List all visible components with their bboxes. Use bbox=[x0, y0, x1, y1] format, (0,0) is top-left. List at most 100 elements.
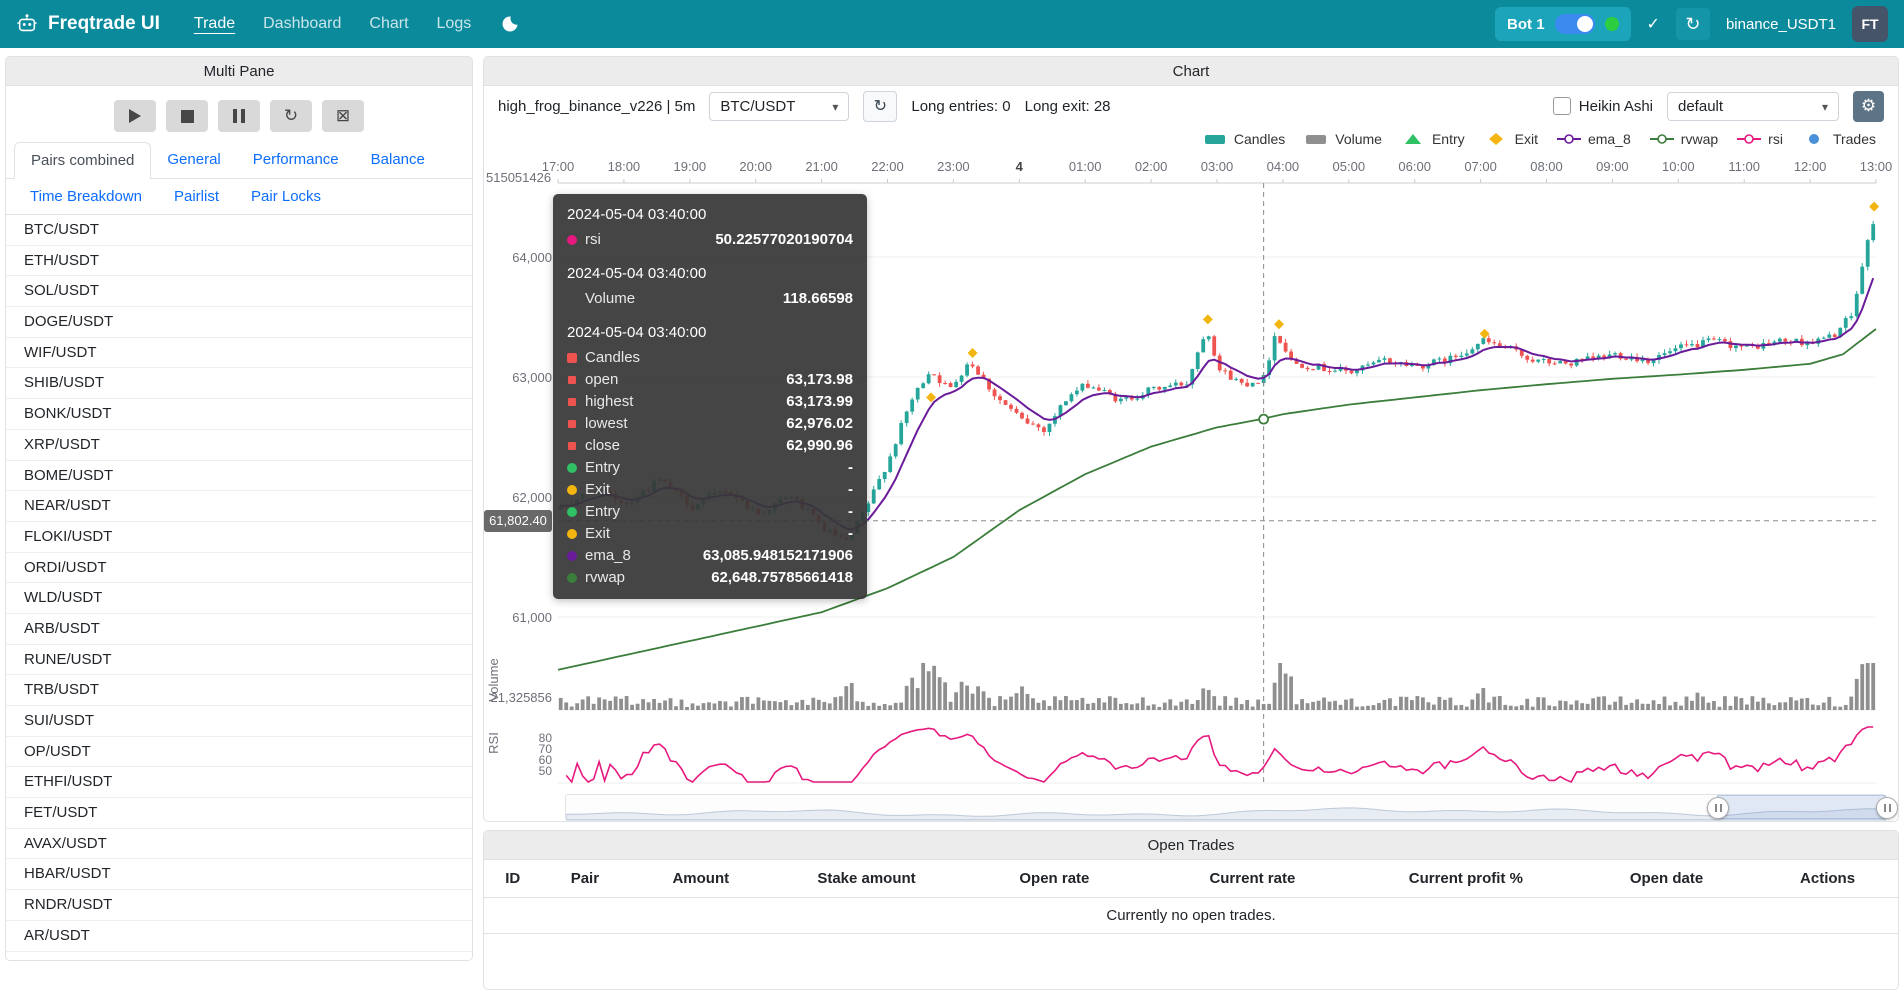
chart-area[interactable]: 64,00063,00062,00061,00051505142621,3258… bbox=[484, 152, 1898, 822]
nav-item-logs[interactable]: Logs bbox=[437, 15, 472, 33]
exit-marker-icon bbox=[567, 485, 577, 495]
bot-refresh-button[interactable] bbox=[1676, 8, 1710, 40]
reload-config-button[interactable] bbox=[270, 100, 312, 132]
pair-list-item[interactable]: NEAR/USDT bbox=[6, 491, 472, 522]
tab-balance[interactable]: Balance bbox=[355, 142, 441, 178]
bot-selector[interactable]: Bot 1 bbox=[1495, 7, 1631, 41]
pair-select[interactable]: BTC/USDT bbox=[709, 92, 849, 121]
ema_8-marker-icon bbox=[567, 551, 577, 561]
svg-text:4: 4 bbox=[1016, 159, 1024, 174]
pair-list-item[interactable]: BONK/USDT bbox=[6, 399, 472, 430]
tab-general[interactable]: General bbox=[151, 142, 236, 178]
trades-legend-icon bbox=[1801, 132, 1827, 146]
pair-list-item[interactable]: FET/USDT bbox=[6, 798, 472, 829]
nav-item-dashboard[interactable]: Dashboard bbox=[263, 15, 341, 33]
chart-refresh-button[interactable] bbox=[863, 91, 897, 122]
datazoom-right-handle[interactable] bbox=[1876, 797, 1898, 819]
pair-list-item[interactable]: BTC/USDT bbox=[6, 215, 472, 246]
pair-list-item[interactable]: SUI/USDT bbox=[6, 706, 472, 737]
entry-legend-icon bbox=[1400, 132, 1426, 146]
pair-list-item[interactable]: RUNE/USDT bbox=[6, 645, 472, 676]
pair-list-item[interactable]: ORDI/USDT bbox=[6, 553, 472, 584]
pair-list-item[interactable]: HBAR/USDT bbox=[6, 859, 472, 890]
heikin-ashi-checkbox[interactable] bbox=[1553, 97, 1571, 115]
legend-item-exit[interactable]: Exit bbox=[1483, 131, 1538, 147]
tooltip-value: 63,173.98 bbox=[768, 369, 853, 391]
long-exits-label: Long exit: 28 bbox=[1025, 98, 1111, 115]
tab-time-breakdown[interactable]: Time Breakdown bbox=[14, 179, 158, 214]
chevron-down-icon bbox=[1822, 98, 1828, 115]
svg-text:62,000: 62,000 bbox=[512, 490, 552, 505]
pair-list-item[interactable]: SHIB/USDT bbox=[6, 368, 472, 399]
nav-item-trade[interactable]: Trade bbox=[194, 15, 235, 33]
long-entries-label: Long entries: 0 bbox=[911, 98, 1010, 115]
legend-item-ema_8[interactable]: ema_8 bbox=[1556, 131, 1631, 147]
tab-pairs-combined[interactable]: Pairs combined bbox=[14, 142, 151, 179]
pair-list-item[interactable]: AVAX/USDT bbox=[6, 829, 472, 860]
pair-list-item[interactable]: ETH/USDT bbox=[6, 246, 472, 277]
cancel-open-orders-button[interactable] bbox=[322, 100, 364, 132]
legend-item-rvwap[interactable]: rvwap bbox=[1649, 131, 1718, 147]
tooltip-row: ema_863,085.948152171906 bbox=[567, 545, 853, 567]
pair-list-item[interactable]: TRB/USDT bbox=[6, 675, 472, 706]
datazoom-selection[interactable] bbox=[1717, 795, 1886, 819]
legend-item-trades[interactable]: Trades bbox=[1801, 131, 1876, 147]
play-button[interactable] bbox=[114, 100, 156, 132]
navbar: Freqtrade UI TradeDashboardChartLogs Bot… bbox=[0, 0, 1904, 48]
pair-list-item[interactable]: ETHFI/USDT bbox=[6, 767, 472, 798]
plot-settings-button[interactable] bbox=[1853, 91, 1884, 122]
pair-list-item[interactable]: RNDR/USDT bbox=[6, 890, 472, 921]
pair-list-item[interactable]: WLD/USDT bbox=[6, 583, 472, 614]
rsi-legend-icon bbox=[1736, 132, 1762, 146]
datazoom-slider[interactable] bbox=[565, 794, 1885, 820]
chart-toolbar: high_frog_binance_v226 | 5m BTC/USDT Lon… bbox=[484, 86, 1898, 126]
nav-item-chart[interactable]: Chart bbox=[369, 15, 408, 33]
pair-list-item[interactable]: OP/USDT bbox=[6, 737, 472, 768]
trades-col-stake-amount: Stake amount bbox=[773, 860, 960, 898]
tab-performance[interactable]: Performance bbox=[237, 142, 355, 178]
avatar[interactable]: FT bbox=[1852, 6, 1888, 42]
tooltip-row: Entry- bbox=[567, 501, 853, 523]
datazoom-left-handle[interactable] bbox=[1707, 797, 1729, 819]
svg-text:23:00: 23:00 bbox=[937, 159, 970, 174]
legend-item-candles[interactable]: Candles bbox=[1202, 131, 1285, 147]
lowest-marker-icon bbox=[568, 420, 576, 428]
entry-marker-icon bbox=[567, 463, 577, 473]
stop-button[interactable] bbox=[166, 100, 208, 132]
theme-toggle-icon[interactable] bbox=[501, 15, 519, 33]
tooltip-label: Entry bbox=[585, 457, 620, 479]
close-marker-icon bbox=[568, 442, 576, 450]
heikin-ashi-label: Heikin Ashi bbox=[1579, 98, 1653, 115]
pair-list-item[interactable]: ARB/USDT bbox=[6, 614, 472, 645]
pair-list-item[interactable]: BOME/USDT bbox=[6, 461, 472, 492]
rsi-marker-icon bbox=[567, 235, 577, 245]
tooltip-value: - bbox=[830, 457, 853, 479]
tooltip-row: lowest62,976.02 bbox=[567, 413, 853, 435]
bot-toggle[interactable] bbox=[1555, 14, 1595, 34]
pause-button[interactable] bbox=[218, 100, 260, 132]
legend-item-entry[interactable]: Entry bbox=[1400, 131, 1465, 147]
tab-pairlist[interactable]: Pairlist bbox=[158, 179, 235, 214]
tooltip-value: 118.66598 bbox=[765, 288, 853, 310]
tooltip-label: rsi bbox=[585, 229, 601, 251]
tab-pair-locks[interactable]: Pair Locks bbox=[235, 179, 337, 214]
pair-list-item[interactable]: DOGE/USDT bbox=[6, 307, 472, 338]
legend-label: Exit bbox=[1515, 131, 1538, 147]
pair-list-item[interactable]: SOL/USDT bbox=[6, 276, 472, 307]
tooltip-label: open bbox=[585, 369, 618, 391]
multi-pane-panel: Multi Pane Pairs combinedGeneralPerforma… bbox=[5, 56, 473, 961]
plot-config-select[interactable]: default bbox=[1667, 92, 1839, 121]
pair-list-item[interactable]: XRP/USDT bbox=[6, 430, 472, 461]
pair-list-item[interactable]: FLOKI/USDT bbox=[6, 522, 472, 553]
open-trades-panel: Open Trades IDPairAmountStake amountOpen… bbox=[483, 830, 1899, 990]
pair-list-item[interactable]: AR/USDT bbox=[6, 921, 472, 952]
chart-tooltip: 2024-05-04 03:40:00rsi50.225770201907042… bbox=[553, 194, 867, 599]
pair-list-item[interactable]: WIF/USDT bbox=[6, 338, 472, 369]
trades-col-open-date: Open date bbox=[1576, 860, 1757, 898]
legend-item-rsi[interactable]: rsi bbox=[1736, 131, 1783, 147]
heikin-ashi-toggle[interactable]: Heikin Ashi bbox=[1553, 97, 1653, 115]
rvwap-legend-icon bbox=[1649, 132, 1675, 146]
open-marker-icon bbox=[568, 376, 576, 384]
legend-item-volume[interactable]: Volume bbox=[1303, 131, 1382, 147]
tooltip-time: 2024-05-04 03:40:00 bbox=[567, 263, 853, 285]
